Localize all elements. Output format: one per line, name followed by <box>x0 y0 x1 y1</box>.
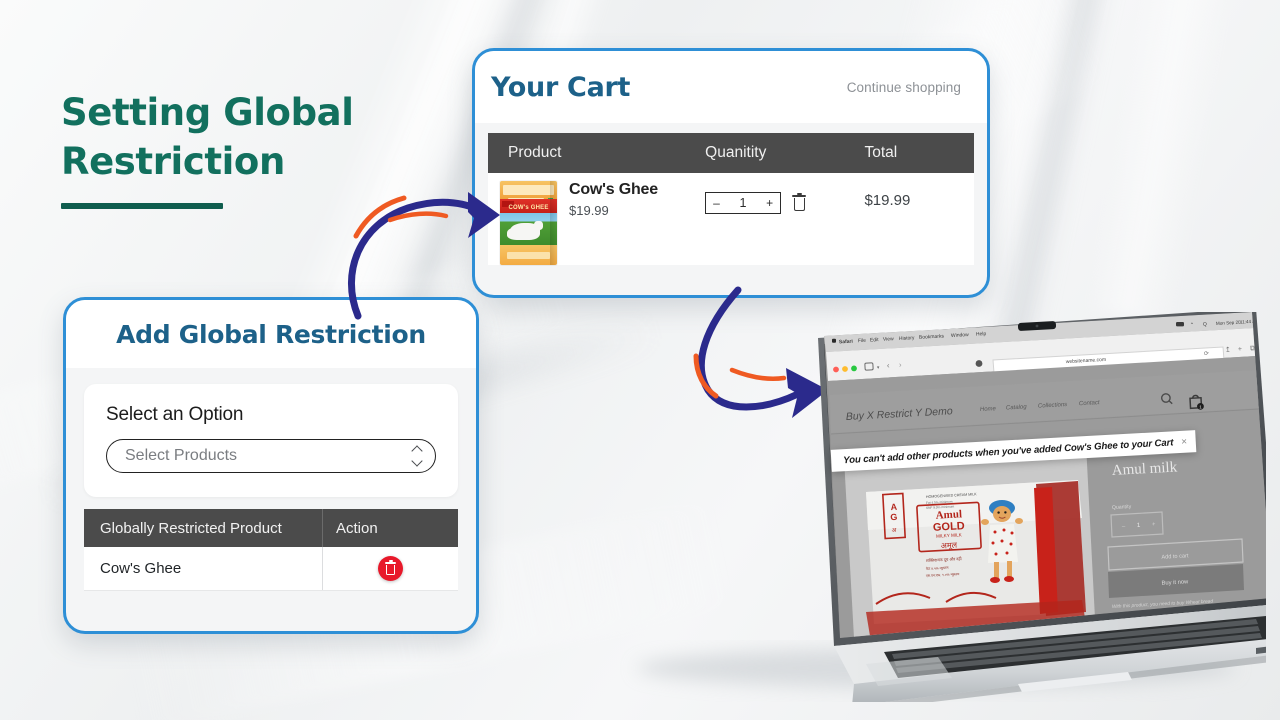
cart-cell-product: COW's GHEE Cow's Ghee $19.99 <box>488 181 705 265</box>
svg-text:Home: Home <box>980 406 997 413</box>
svg-text:A: A <box>890 502 898 512</box>
restricted-action-cell <box>322 547 458 590</box>
cart-card-header: Your Cart Continue shopping <box>475 51 987 123</box>
svg-text:View: View <box>883 336 894 343</box>
cart-body: Product Quanitity Total COW's GHEE Cow's… <box>475 123 987 265</box>
table-row: Cow's Ghee <box>84 547 458 591</box>
quantity-value[interactable]: 1 <box>740 196 747 210</box>
page-title: Setting Global Restriction <box>61 88 461 209</box>
svg-text:↥: ↥ <box>1225 346 1231 354</box>
restriction-title: Add Global Restriction <box>116 319 426 349</box>
select-option-label: Select an Option <box>106 404 244 425</box>
svg-text:Contact: Contact <box>1079 400 1100 407</box>
cart-col-quantity: Quanitity <box>705 144 767 161</box>
svg-text:History: History <box>899 335 915 342</box>
cart-col-product: Product <box>508 144 562 161</box>
restricted-col-product: Globally Restricted Product <box>100 519 282 537</box>
cart-table-body: COW's GHEE Cow's Ghee $19.99 – 1 + $19.9… <box>488 173 974 265</box>
remove-item-trash-icon[interactable] <box>792 193 807 211</box>
quantity-increment-button[interactable]: + <box>766 196 773 210</box>
quantity-label: Quantity <box>1112 504 1132 511</box>
cart-cell-quantity: – 1 + <box>705 181 864 214</box>
cart-title: Your Cart <box>491 71 631 103</box>
cart-table-header: Product Quanitity Total <box>488 133 974 173</box>
svg-text:Catalog: Catalog <box>1006 404 1028 411</box>
cart-card: Your Cart Continue shopping Product Quan… <box>472 48 990 298</box>
cart-col-total: Total <box>864 144 898 161</box>
restriction-card-header: Add Global Restriction <box>66 300 476 368</box>
close-icon[interactable]: × <box>1173 436 1187 448</box>
add-global-restriction-card: Add Global Restriction Select an Option … <box>63 297 479 634</box>
svg-text:⧉: ⧉ <box>1250 345 1255 352</box>
select-option-panel: Select an Option Select Products <box>84 384 458 497</box>
svg-text:⌃: ⌃ <box>1190 322 1195 328</box>
restricted-product-name: Cow's Ghee <box>100 560 182 577</box>
cart-cell-total: $19.99 <box>864 192 911 209</box>
restriction-body: Select an Option Select Products <box>66 368 476 497</box>
cart-product-name[interactable]: Cow's Ghee <box>569 181 658 199</box>
page-title-line1: Setting Global <box>61 91 354 134</box>
svg-text:+: + <box>1238 346 1242 353</box>
continue-shopping-link[interactable]: Continue shopping <box>847 80 961 95</box>
quantity-decrement-button[interactable]: – <box>713 196 720 210</box>
svg-text:Window: Window <box>951 332 969 339</box>
restricted-products-table: Globally Restricted Product Action Cow's… <box>84 509 458 591</box>
table-row: COW's GHEE Cow's Ghee $19.99 – 1 + $19.9… <box>488 173 974 265</box>
cart-product-price: $19.99 <box>569 203 609 218</box>
screenshot-stage: Setting Global Restriction Your Cart Con… <box>0 0 1280 720</box>
svg-text:G: G <box>890 512 898 522</box>
quantity-stepper[interactable]: – 1 + <box>705 192 782 214</box>
restricted-table-header: Globally Restricted Product Action <box>84 509 458 547</box>
product-thumbnail: COW's GHEE <box>500 181 557 265</box>
select-products-placeholder: Select Products <box>125 447 238 464</box>
delete-restriction-trash-icon[interactable] <box>378 556 403 581</box>
select-products-dropdown[interactable]: Select Products <box>106 439 436 473</box>
svg-text:Edit: Edit <box>870 337 880 343</box>
svg-text:Help: Help <box>976 331 987 338</box>
laptop-mockup: Safari File Edit View History Bookmarks … <box>636 312 1266 702</box>
restricted-col-action: Action <box>322 509 458 547</box>
chevron-up-down-icon <box>411 445 423 467</box>
svg-text:File: File <box>858 338 867 344</box>
amul-milk-packet-image: A G अ Amul GOLD MILKY MILK अमूल HOMOGENI… <box>866 480 1086 636</box>
svg-text:अ: अ <box>891 528 896 534</box>
svg-text:⟳: ⟳ <box>1204 351 1209 357</box>
title-underline <box>61 203 223 209</box>
svg-text:Q: Q <box>1203 321 1207 327</box>
svg-text:Safari: Safari <box>839 339 854 346</box>
page-title-line2: Restriction <box>61 140 285 183</box>
